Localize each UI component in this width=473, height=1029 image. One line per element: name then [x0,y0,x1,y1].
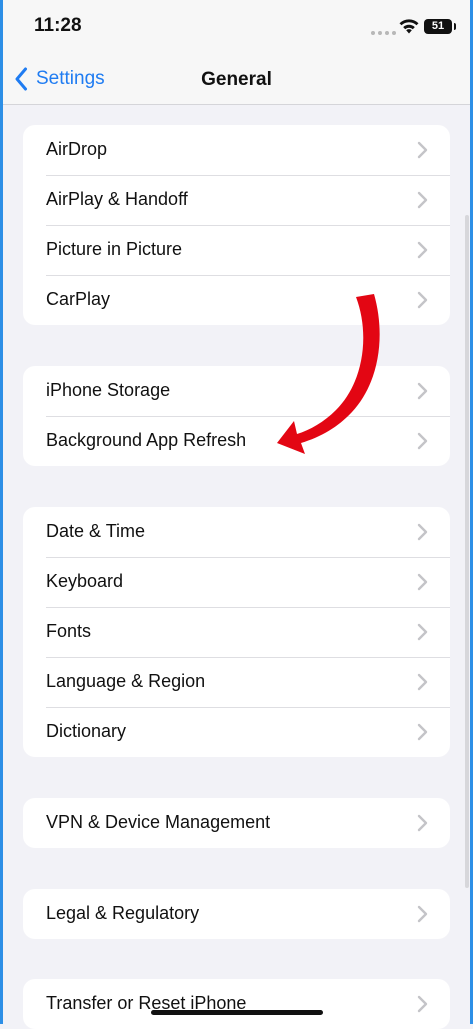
settings-group-vpn: VPN & Device Management [23,798,450,848]
settings-row-keyboard[interactable]: Keyboard [23,557,450,607]
settings-row-label: CarPlay [46,289,111,309]
settings-row-vpn-device-management[interactable]: VPN & Device Management [23,798,450,848]
settings-content: AirDrop AirPlay & Handoff Picture in Pic… [0,105,473,1029]
settings-row-transfer-reset-iphone[interactable]: Transfer or Reset iPhone [23,979,450,1029]
settings-row-label: Legal & Regulatory [46,903,200,923]
chevron-right-icon [417,573,428,591]
scrollbar[interactable] [465,215,469,888]
settings-row-fonts[interactable]: Fonts [23,607,450,657]
chevron-right-icon [417,382,428,400]
battery-icon: 51 [424,19,456,34]
chevron-right-icon [417,723,428,741]
settings-row-label: AirDrop [46,139,108,159]
chevron-right-icon [417,523,428,541]
settings-row-label: Picture in Picture [46,239,183,259]
red-arrow-annotation-icon [277,294,380,454]
chevron-right-icon [417,905,428,923]
chevron-right-icon [417,432,428,450]
chevron-right-icon [417,814,428,832]
status-bar: 11:28 51 [0,0,473,56]
settings-row-airplay-handoff[interactable]: AirPlay & Handoff [23,175,450,225]
home-indicator[interactable] [151,1010,323,1015]
settings-row-legal-regulatory[interactable]: Legal & Regulatory [23,889,450,939]
chevron-right-icon [417,623,428,641]
navigation-bar: Settings General [0,56,473,105]
settings-group-legal: Legal & Regulatory [23,889,450,939]
settings-row-label: iPhone Storage [46,380,171,400]
settings-row-language-region[interactable]: Language & Region [23,657,450,707]
settings-group-transfer: Transfer or Reset iPhone [23,979,450,1029]
settings-row-label: Date & Time [46,521,146,541]
status-time: 11:28 [34,15,82,36]
page-title: General [201,69,272,90]
settings-row-picture-in-picture[interactable]: Picture in Picture [23,225,450,275]
chevron-right-icon [417,291,428,309]
settings-row-dictionary[interactable]: Dictionary [23,707,450,757]
chevron-right-icon [417,995,428,1013]
cellular-signal-icon [371,31,396,35]
chevron-right-icon [417,191,428,209]
wifi-icon [399,19,419,34]
settings-group-locale: Date & Time Keyboard Fonts Language & Re… [23,507,450,757]
chevron-right-icon [417,673,428,691]
settings-row-date-time[interactable]: Date & Time [23,507,450,557]
settings-row-label: AirPlay & Handoff [46,189,188,209]
chevron-right-icon [417,141,428,159]
settings-row-label: Keyboard [46,571,124,591]
settings-row-label: Background App Refresh [46,430,247,450]
settings-row-label: VPN & Device Management [46,812,271,832]
settings-row-airdrop[interactable]: AirDrop [23,125,450,175]
settings-row-label: Dictionary [46,721,127,741]
settings-row-label: Language & Region [46,671,206,691]
chevron-right-icon [417,241,428,259]
settings-row-label: Fonts [46,621,92,641]
